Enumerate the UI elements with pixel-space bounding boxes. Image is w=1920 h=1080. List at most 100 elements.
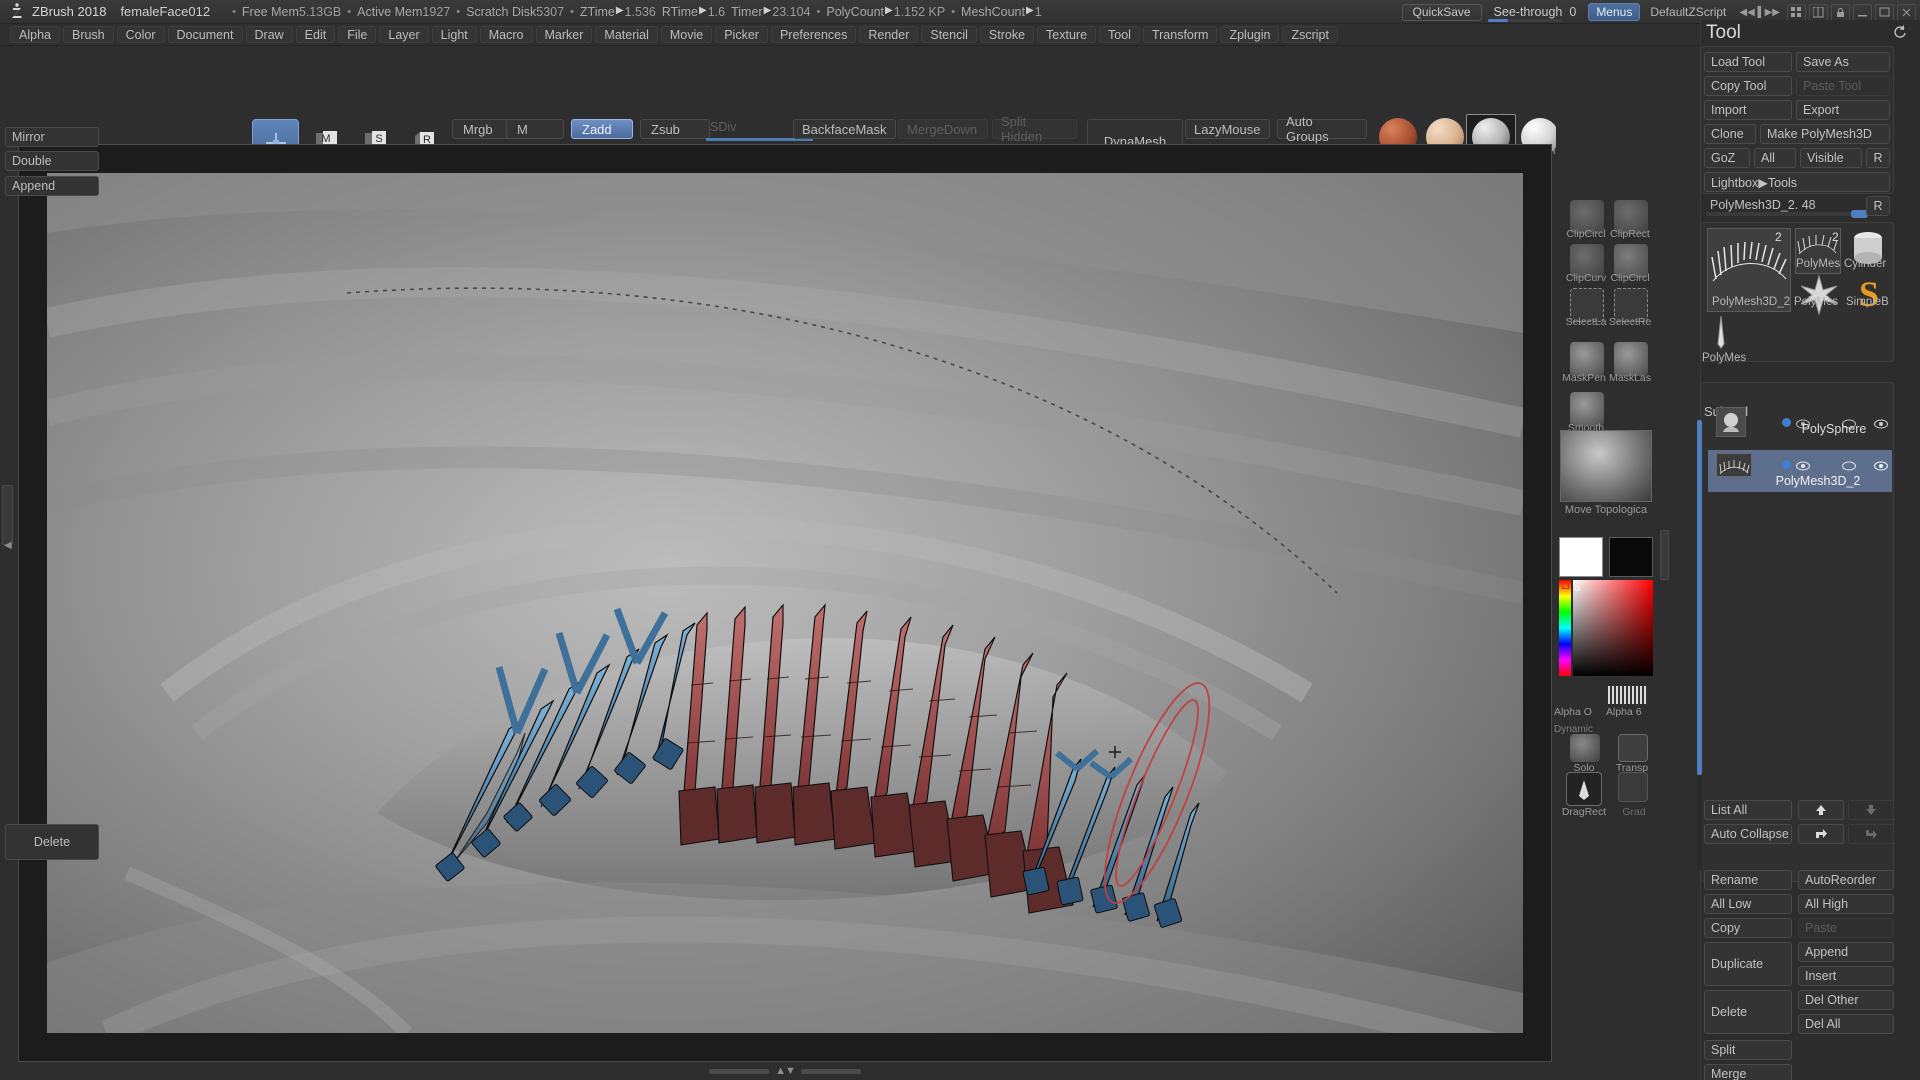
menu-picker[interactable]: Picker <box>715 26 768 43</box>
lazymouse-button[interactable]: LazyMouse <box>1185 119 1270 139</box>
menu-render[interactable]: Render <box>859 26 919 43</box>
scroll-right-bar[interactable] <box>800 1068 861 1074</box>
menu-marker[interactable]: Marker <box>535 26 593 43</box>
subtool-scrollbar[interactable] <box>1697 420 1702 775</box>
left-shelf-handle[interactable] <box>2 485 13 545</box>
del-all-button[interactable]: Del All <box>1798 1014 1894 1034</box>
all-high-button[interactable]: All High <box>1798 894 1894 914</box>
move-in-button[interactable] <box>1848 824 1894 844</box>
menu-transform[interactable]: Transform <box>1142 26 1218 43</box>
backface-mask-button[interactable]: BackfaceMask <box>793 119 896 139</box>
append-subtool-button[interactable]: Append <box>1798 942 1894 962</box>
main-color-swatch[interactable] <box>1559 537 1603 577</box>
secondary-color-swatch[interactable] <box>1609 537 1653 577</box>
menu-material[interactable]: Material <box>595 26 658 43</box>
clone-button[interactable]: Clone <box>1704 124 1756 144</box>
masklasso-brush-icon[interactable] <box>1614 342 1648 376</box>
export-button[interactable]: Export <box>1796 100 1890 120</box>
visible-r-button[interactable]: R <box>1866 148 1890 168</box>
merge-button[interactable]: Merge <box>1704 1064 1792 1080</box>
canvas-bottom-scroll[interactable]: ▲▼ <box>18 1064 1552 1078</box>
smooth-brush-icon[interactable] <box>1570 392 1604 426</box>
subtool-row-polysphere[interactable]: PolySphere <box>1708 404 1892 440</box>
menus-button[interactable]: Menus <box>1588 3 1641 21</box>
scroll-arrows-icon[interactable]: ▲▼ <box>775 1065 796 1077</box>
menu-brush[interactable]: Brush <box>62 26 114 43</box>
paste-subtool-button[interactable]: Paste <box>1798 918 1894 938</box>
layout-icon[interactable] <box>1809 3 1828 21</box>
polymesh-r-button[interactable]: R <box>1866 196 1890 216</box>
see-through-slider[interactable]: See-through 0 <box>1486 3 1585 22</box>
menu-color[interactable]: Color <box>116 26 165 43</box>
move-down-button[interactable] <box>1848 800 1894 820</box>
mirror-button[interactable]: Mirror <box>5 127 99 147</box>
double-button[interactable]: Double <box>5 151 99 171</box>
subtool-polypaint-dot-icon-2[interactable] <box>1782 460 1791 469</box>
merge-down-button[interactable]: MergeDown <box>898 119 988 139</box>
right-shelf-handle[interactable] <box>1660 530 1669 580</box>
all-low-button[interactable]: All Low <box>1704 894 1792 914</box>
menu-movie[interactable]: Movie <box>660 26 713 43</box>
copy-tool-button[interactable]: Copy Tool <box>1704 76 1792 96</box>
move-out-button[interactable] <box>1798 824 1844 844</box>
scroll-left-bar[interactable] <box>709 1068 770 1074</box>
document-canvas[interactable] <box>47 173 1523 1033</box>
m-button[interactable]: M <box>506 119 564 139</box>
lock-icon[interactable] <box>1831 3 1850 21</box>
subtool-row-polymesh3d-2[interactable]: PolyMesh3D_2 <box>1708 450 1892 492</box>
menu-stroke[interactable]: Stroke <box>979 26 1035 43</box>
zscript-nav-arrows[interactable]: ◀◀ ▌▶▶ <box>1739 7 1780 18</box>
visible-button[interactable]: Visible <box>1800 148 1862 168</box>
menu-file[interactable]: File <box>338 26 377 43</box>
delete-subtool-button[interactable]: Delete <box>1704 990 1792 1034</box>
solo-icon[interactable] <box>1570 734 1600 762</box>
menu-document[interactable]: Document <box>167 26 243 43</box>
paste-tool-button[interactable]: Paste Tool <box>1796 76 1890 96</box>
auto-groups-button[interactable]: Auto Groups <box>1277 114 1367 144</box>
maskpen-brush-icon[interactable] <box>1570 342 1604 376</box>
load-tool-button[interactable]: Load Tool <box>1704 52 1792 72</box>
grid-icon[interactable] <box>1787 3 1806 21</box>
quicksave-button[interactable]: QuickSave <box>1401 3 1482 21</box>
auto-collapse-button[interactable]: Auto Collapse <box>1704 824 1792 844</box>
append-button[interactable]: Append <box>5 176 99 196</box>
zadd-button[interactable]: Zadd <box>571 119 633 139</box>
move-up-button[interactable] <box>1798 800 1844 820</box>
del-other-button[interactable]: Del Other <box>1798 990 1894 1010</box>
tool-thumb-star[interactable] <box>1798 274 1840 316</box>
polymesh-slider[interactable]: PolyMesh3D_2. 48 <box>1706 198 1882 218</box>
make-polymesh3d-button[interactable]: Make PolyMesh3D <box>1760 124 1890 144</box>
menu-light[interactable]: Light <box>431 26 477 43</box>
list-all-button[interactable]: List All <box>1704 800 1792 820</box>
menu-layer[interactable]: Layer <box>379 26 429 43</box>
canvas-viewport[interactable] <box>18 144 1552 1062</box>
grad-icon[interactable] <box>1618 772 1648 802</box>
menu-draw[interactable]: Draw <box>245 26 293 43</box>
all-button[interactable]: All <box>1754 148 1796 168</box>
split-hidden-button[interactable]: Split Hidden <box>992 114 1077 144</box>
menu-stencil[interactable]: Stencil <box>921 26 977 43</box>
goz-button[interactable]: GoZ <box>1704 148 1750 168</box>
menu-texture[interactable]: Texture <box>1037 26 1097 43</box>
alpha-thumbnail[interactable] <box>1608 686 1648 704</box>
left-shelf-arrow-icon[interactable]: ◀ <box>4 540 12 551</box>
menu-edit[interactable]: Edit <box>295 26 336 43</box>
delete-shelf-button[interactable]: Delete <box>5 824 99 860</box>
menu-macro[interactable]: Macro <box>479 26 533 43</box>
rename-button[interactable]: Rename <box>1704 870 1792 890</box>
maximize-icon[interactable] <box>1875 3 1894 21</box>
import-button[interactable]: Import <box>1704 100 1792 120</box>
lightbox-tools-button[interactable]: Lightbox▶Tools <box>1704 172 1890 192</box>
copy-subtool-button[interactable]: Copy <box>1704 918 1792 938</box>
menu-alpha[interactable]: Alpha <box>10 26 60 43</box>
insert-button[interactable]: Insert <box>1798 966 1894 986</box>
zsub-button[interactable]: Zsub <box>640 119 710 139</box>
transp-icon[interactable] <box>1618 734 1648 762</box>
duplicate-button[interactable]: Duplicate <box>1704 942 1792 986</box>
dragrect-stroke-icon[interactable] <box>1566 772 1602 806</box>
split-button[interactable]: Split <box>1704 1040 1792 1060</box>
menu-zscript[interactable]: Zscript <box>1282 26 1338 43</box>
current-brush-thumbnail[interactable] <box>1560 430 1652 502</box>
menu-preferences[interactable]: Preferences <box>770 26 857 43</box>
menu-zplugin[interactable]: Zplugin <box>1220 26 1280 43</box>
